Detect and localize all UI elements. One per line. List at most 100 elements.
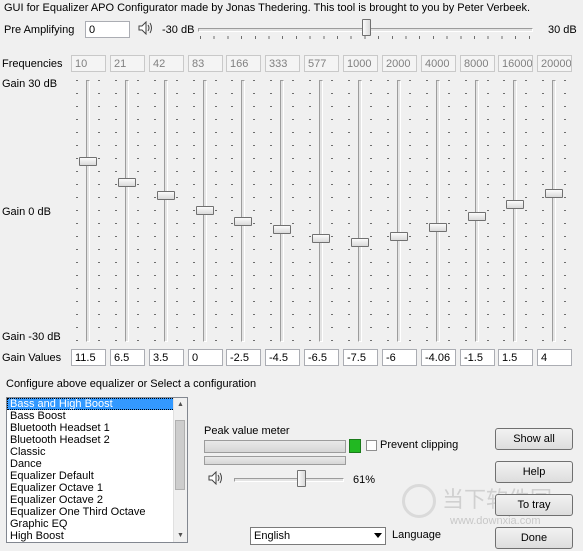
slider-thumb[interactable] — [157, 191, 175, 200]
frequency-box: 4000 — [421, 55, 456, 72]
credit-text: GUI for Equalizer APO Configurator made … — [4, 2, 531, 14]
slider-track[interactable] — [436, 80, 440, 342]
slider-track[interactable] — [513, 80, 517, 342]
volume-value: 61% — [353, 474, 376, 486]
config-scrollbar[interactable]: ▲ ▼ — [173, 398, 187, 542]
speaker-icon[interactable] — [138, 21, 154, 35]
gain-value-input[interactable]: 0 — [188, 349, 223, 366]
slider-thumb[interactable] — [234, 217, 252, 226]
slider-thumb[interactable] — [506, 200, 524, 209]
slider-ticks — [98, 80, 100, 342]
language-select[interactable]: English — [250, 527, 386, 545]
slider-ticks — [253, 80, 255, 342]
gain-values-label: Gain Values — [2, 352, 62, 364]
slider-ticks — [115, 80, 117, 342]
volume-speaker-icon[interactable] — [208, 471, 224, 485]
slider-track[interactable] — [319, 80, 323, 342]
slider-thumb[interactable] — [351, 238, 369, 247]
slider-ticks — [231, 80, 233, 342]
pre-amp-min-label: -30 dB — [162, 24, 195, 36]
slider-ticks — [309, 80, 311, 342]
gain-top-label: Gain 30 dB — [2, 78, 58, 90]
slider-ticks — [387, 80, 389, 342]
show-all-button[interactable]: Show all — [495, 428, 573, 450]
list-item[interactable]: Bass Boost — [7, 410, 187, 422]
list-item[interactable]: Classic — [7, 446, 187, 458]
gain-value-input[interactable]: 11.5 — [71, 349, 106, 366]
gain-value-input[interactable]: -6 — [382, 349, 417, 366]
slider-thumb[interactable] — [196, 206, 214, 215]
gain-value-input[interactable]: -6.5 — [304, 349, 339, 366]
config-list: Bass and High Boost Bass Boost Bluetooth H… — [7, 398, 187, 542]
pre-amp-input[interactable]: 0 — [85, 21, 130, 38]
volume-slider-track[interactable] — [234, 478, 344, 482]
slider-track[interactable] — [552, 80, 556, 342]
gain-value-input[interactable]: -2.5 — [226, 349, 261, 366]
gain-value-input[interactable]: -4.06 — [421, 349, 456, 366]
list-item[interactable]: Equalizer Default — [7, 470, 187, 482]
scroll-down-arrow-icon[interactable]: ▼ — [174, 529, 187, 542]
prevent-clipping-checkbox[interactable] — [366, 440, 377, 451]
gain-value-input[interactable]: 1.5 — [498, 349, 533, 366]
gain-value-input[interactable]: 4 — [537, 349, 572, 366]
scroll-up-arrow-icon[interactable]: ▲ — [174, 398, 187, 411]
language-selected: English — [254, 530, 291, 542]
scroll-thumb[interactable] — [175, 420, 185, 490]
slider-track[interactable] — [241, 80, 245, 342]
slider-ticks — [137, 80, 139, 342]
list-item[interactable]: Bass and High Boost — [7, 398, 187, 410]
help-button[interactable]: Help — [495, 461, 573, 483]
list-item[interactable]: High Boost — [7, 530, 187, 542]
frequency-box: 83 — [188, 55, 223, 72]
frequencies-label: Frequencies — [2, 58, 63, 70]
config-listbox[interactable]: Bass and High Boost Bass Boost Bluetooth H… — [6, 397, 188, 543]
gain-middle-label: Gain 0 dB — [2, 206, 51, 218]
slider-track[interactable] — [358, 80, 362, 342]
gain-value-input[interactable]: 3.5 — [149, 349, 184, 366]
slider-ticks — [465, 80, 467, 342]
gain-value-input[interactable]: -1.5 — [460, 349, 495, 366]
slider-ticks — [426, 80, 428, 342]
slider-thumb[interactable] — [545, 189, 563, 198]
slider-track[interactable] — [164, 80, 168, 342]
slider-track[interactable] — [397, 80, 401, 342]
pre-amp-slider-thumb[interactable] — [362, 19, 371, 36]
list-item[interactable]: Bluetooth Headset 2 — [7, 434, 187, 446]
pre-amp-label: Pre Amplifying — [4, 24, 75, 36]
slider-thumb[interactable] — [390, 232, 408, 241]
slider-ticks — [370, 80, 372, 342]
peak-meter-bar-2 — [204, 456, 346, 465]
done-button[interactable]: Done — [495, 527, 573, 549]
gain-value-input[interactable]: -4.5 — [265, 349, 300, 366]
slider-track[interactable] — [280, 80, 284, 342]
list-item[interactable]: Equalizer One Third Octave — [7, 506, 187, 518]
slider-track[interactable] — [475, 80, 479, 342]
slider-track[interactable] — [86, 80, 90, 342]
slider-thumb[interactable] — [468, 212, 486, 221]
list-item[interactable]: Dance — [7, 458, 187, 470]
gain-value-input[interactable]: -7.5 — [343, 349, 378, 366]
frequency-box: 577 — [304, 55, 339, 72]
list-item[interactable]: Equalizer Octave 1 — [7, 482, 187, 494]
to-tray-button[interactable]: To tray — [495, 494, 573, 516]
volume-slider-thumb[interactable] — [297, 470, 306, 487]
clip-indicator — [349, 439, 361, 453]
slider-track[interactable] — [125, 80, 129, 342]
list-item[interactable]: Equalizer Octave 2 — [7, 494, 187, 506]
slider-thumb[interactable] — [118, 178, 136, 187]
peak-meter-bar-1 — [204, 440, 346, 453]
slider-ticks — [176, 80, 178, 342]
slider-thumb[interactable] — [429, 223, 447, 232]
prevent-clipping-label: Prevent clipping — [380, 439, 459, 451]
slider-thumb[interactable] — [273, 225, 291, 234]
slider-ticks — [487, 80, 489, 342]
slider-ticks — [448, 80, 450, 342]
list-item[interactable]: Graphic EQ — [7, 518, 187, 530]
watermark-logo — [402, 484, 436, 518]
slider-thumb[interactable] — [79, 157, 97, 166]
slider-ticks — [348, 80, 350, 342]
slider-thumb[interactable] — [312, 234, 330, 243]
list-item[interactable]: Bluetooth Headset 1 — [7, 422, 187, 434]
watermark-url: www.downxia.com — [450, 515, 541, 527]
gain-value-input[interactable]: 6.5 — [110, 349, 145, 366]
